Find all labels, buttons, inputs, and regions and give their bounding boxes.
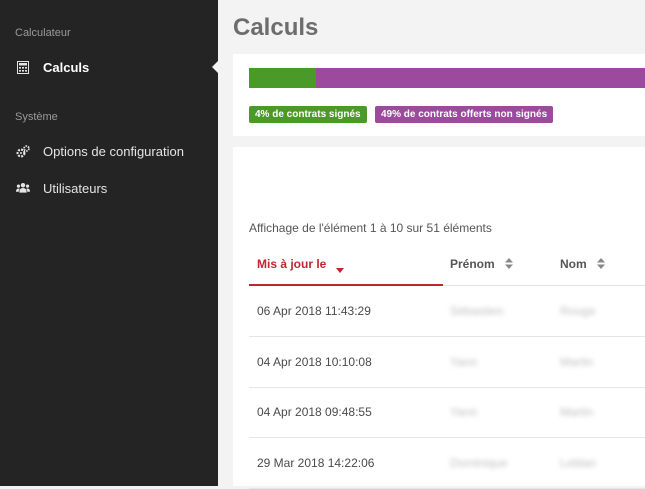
progress-segment-signed — [249, 68, 317, 88]
column-header-mis-a-jour-le[interactable]: Mis à jour le — [257, 257, 345, 285]
sort-icon — [504, 258, 513, 272]
sidebar-item-calculs[interactable]: Calculs — [0, 55, 218, 79]
sidebar-item-utilisateurs[interactable]: Utilisateurs — [0, 176, 218, 200]
cell-first-name: Yann — [450, 405, 478, 419]
active-indicator — [212, 61, 218, 73]
cell-first-name: Dominique — [450, 456, 508, 470]
sort-desc-icon — [336, 262, 345, 276]
calculator-icon — [16, 60, 30, 74]
cell-first-name: Sébastien — [450, 304, 504, 318]
column-header-label: Nom — [560, 257, 587, 271]
column-header-label: Mis à jour le — [257, 257, 327, 271]
cell-updated: 29 Mar 2018 14:22:06 — [257, 456, 375, 470]
table-row[interactable]: 04 Apr 2018 10:10:08 Yann Martin — [249, 337, 645, 388]
table-row[interactable]: 29 Mar 2018 14:22:06 Dominique Leblan — [249, 438, 645, 489]
offered-contracts-badge: 49% de contrats offerts non signés — [375, 106, 554, 123]
sidebar-item-label: Options de configuration — [43, 143, 184, 159]
column-header-nom[interactable]: Nom — [560, 257, 605, 285]
page-title: Calculs — [233, 14, 319, 41]
cell-updated: 04 Apr 2018 10:10:08 — [257, 355, 372, 369]
sidebar: Calculateur Calculs Système Options de c… — [0, 0, 218, 486]
cell-first-name: Yann — [450, 355, 478, 369]
gears-icon — [16, 144, 30, 158]
column-header-label: Prénom — [450, 257, 495, 271]
contracts-progress-bar — [249, 68, 645, 88]
progress-segment-offered — [316, 68, 645, 88]
cell-updated: 06 Apr 2018 11:43:29 — [257, 304, 371, 318]
section-label-calculateur: Calculateur — [15, 27, 71, 39]
users-icon — [16, 181, 30, 195]
table-info: Affichage de l'élément 1 à 10 sur 51 élé… — [249, 221, 492, 235]
cell-last-name: Martin — [560, 405, 594, 419]
table-row[interactable]: 06 Apr 2018 11:43:29 Sébastien Rouge — [249, 286, 645, 337]
signed-contracts-badge: 4% de contrats signés — [249, 106, 367, 123]
cell-last-name: Leblan — [560, 456, 597, 470]
contracts-progress-card: 4% de contrats signés 49% de contrats of… — [233, 54, 645, 136]
sort-icon — [596, 258, 605, 272]
section-label-systeme: Système — [15, 111, 58, 123]
cell-updated: 04 Apr 2018 09:48:55 — [257, 405, 372, 419]
calculs-table-card: Affichage de l'élément 1 à 10 sur 51 élé… — [233, 147, 645, 489]
sidebar-item-label: Calculs — [43, 59, 90, 75]
sidebar-item-label: Utilisateurs — [43, 180, 108, 196]
cell-last-name: Martin — [560, 355, 594, 369]
table-row[interactable]: 04 Apr 2018 09:48:55 Yann Martin — [249, 387, 645, 438]
column-header-prenom[interactable]: Prénom — [450, 257, 513, 285]
cell-last-name: Rouge — [560, 304, 596, 318]
sidebar-item-options-de-configuration[interactable]: Options de configuration — [0, 139, 218, 163]
